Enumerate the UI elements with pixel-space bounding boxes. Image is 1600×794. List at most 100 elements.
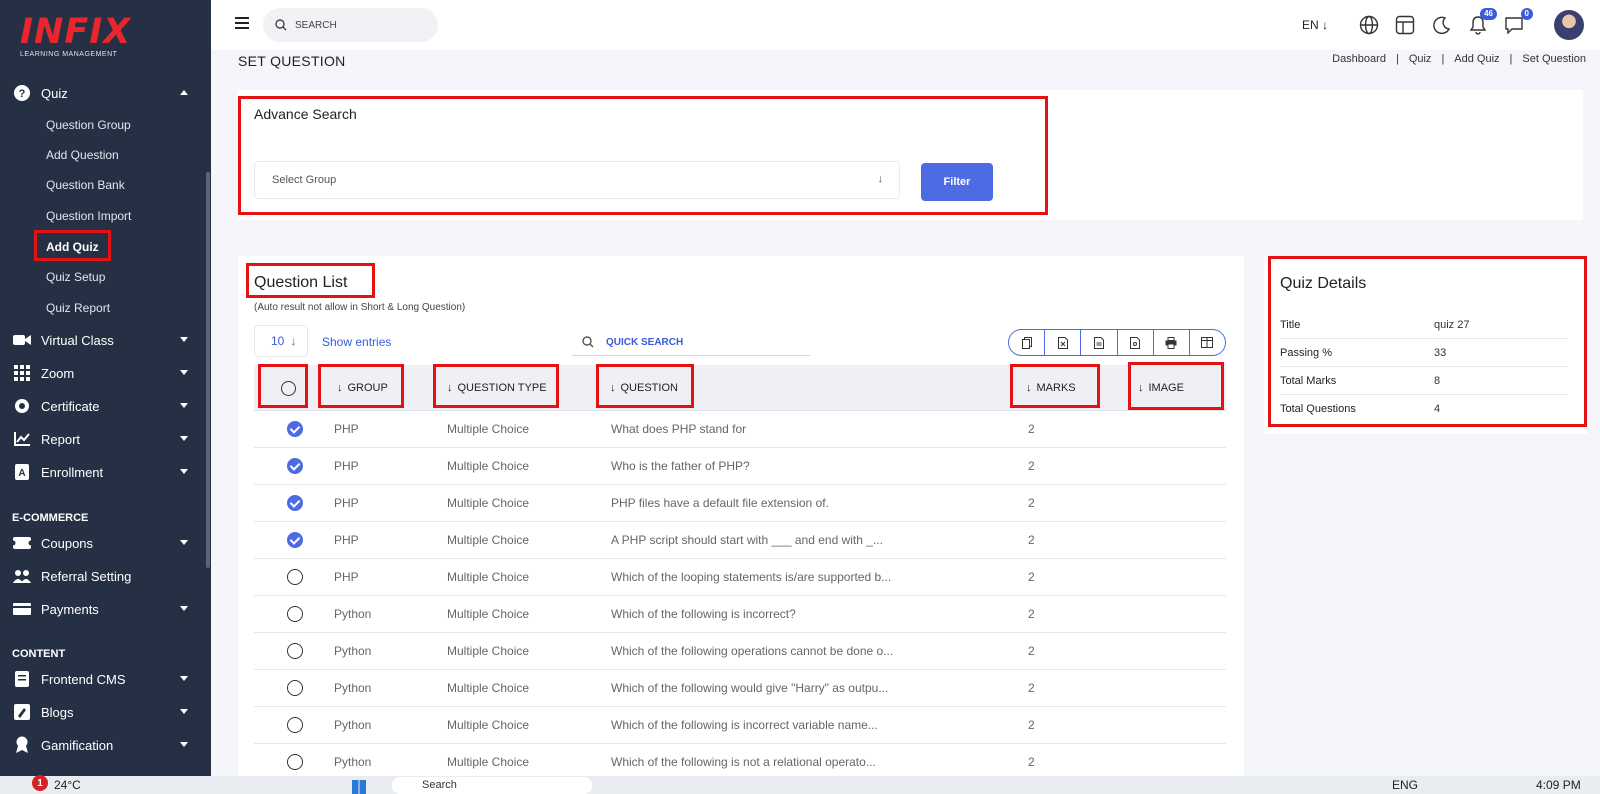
- sidebar-item-zoom[interactable]: Zoom: [0, 359, 206, 387]
- taskbar-search[interactable]: Search: [392, 777, 592, 794]
- cell-marks: 2: [1028, 496, 1035, 510]
- certificate-icon: [12, 397, 32, 415]
- cell-question-type: Multiple Choice: [447, 422, 530, 436]
- row-checkbox[interactable]: [287, 643, 303, 659]
- entries-select[interactable]: 10 ↓: [254, 325, 308, 357]
- cell-question: A PHP script should start with ___ and e…: [611, 533, 883, 547]
- row-checkbox-checked[interactable]: [287, 532, 303, 548]
- row-checkbox[interactable]: [287, 569, 303, 585]
- sidebar-item-coupons[interactable]: Coupons: [0, 529, 206, 557]
- column-visibility-button[interactable]: [1190, 330, 1225, 355]
- search-icon: [275, 19, 287, 31]
- sidebar-sub-quiz-setup[interactable]: Quiz Setup: [46, 270, 105, 284]
- question-list-note: (Auto result not allow in Short & Long Q…: [254, 302, 466, 313]
- sidebar-sub-add-question[interactable]: Add Question: [46, 148, 119, 162]
- logo[interactable]: INFIX LEARNING MANAGEMENT: [20, 12, 132, 59]
- globe-icon[interactable]: [1358, 14, 1380, 36]
- print-button[interactable]: [1154, 330, 1190, 355]
- sidebar-item-gamification[interactable]: Gamification: [0, 731, 206, 759]
- cell-question-type: Multiple Choice: [447, 459, 530, 473]
- breadcrumb-add-quiz[interactable]: Add Quiz: [1454, 53, 1499, 65]
- row-checkbox-checked[interactable]: [287, 495, 303, 511]
- arrow-down-icon: ↓: [290, 334, 297, 348]
- avatar[interactable]: [1554, 10, 1584, 40]
- windows-start-icon[interactable]: [352, 780, 366, 794]
- menu-toggle-icon[interactable]: [235, 17, 249, 29]
- breadcrumb-dashboard[interactable]: Dashboard: [1332, 53, 1386, 65]
- cell-marks: 2: [1028, 607, 1035, 621]
- os-taskbar: 1 24°C Search ENG 4:09 PM: [0, 775, 1600, 794]
- sidebar-item-payments[interactable]: Payments: [0, 595, 206, 623]
- sidebar-sub-question-import[interactable]: Question Import: [46, 209, 131, 223]
- question-circle-icon: ?: [12, 84, 32, 102]
- sidebar-item-frontend-cms[interactable]: Frontend CMS: [0, 665, 206, 693]
- sidebar-item-label: Coupons: [41, 535, 94, 551]
- cell-group: PHP: [334, 496, 359, 510]
- columns-icon: [1201, 337, 1214, 348]
- cell-marks: 2: [1028, 533, 1035, 547]
- weather-widget[interactable]: 24°C: [54, 778, 81, 792]
- cell-question-type: Multiple Choice: [447, 755, 530, 769]
- table-row: Python Multiple Choice Which of the follow…: [254, 670, 1226, 707]
- sidebar-item-certificate[interactable]: Certificate: [0, 392, 206, 420]
- quick-search-input[interactable]: QUICK SEARCH: [572, 329, 810, 356]
- cell-group: Python: [334, 607, 372, 621]
- chevron-down-icon: [180, 676, 188, 681]
- row-checkbox[interactable]: [287, 754, 303, 770]
- breadcrumb: Dashboard | Quiz | Add Quiz | Set Question: [1332, 53, 1586, 65]
- layout-icon[interactable]: [1394, 14, 1416, 36]
- cms-icon: [12, 670, 32, 688]
- annotation-box: [596, 364, 694, 408]
- input-language[interactable]: ENG: [1392, 778, 1418, 792]
- cell-group: Python: [334, 755, 372, 769]
- excel-file-icon: [1057, 336, 1068, 349]
- print-icon: [1165, 336, 1177, 349]
- sidebar-item-virtual-class[interactable]: Virtual Class: [0, 326, 206, 354]
- cell-marks: 2: [1028, 422, 1035, 436]
- sidebar-item-blogs[interactable]: Blogs: [0, 698, 206, 726]
- sidebar-sub-quiz-report[interactable]: Quiz Report: [46, 301, 110, 315]
- sidebar-sub-question-bank[interactable]: Question Bank: [46, 178, 125, 192]
- table-row: PHP Multiple Choice Who is the father of P…: [254, 448, 1226, 485]
- grid-icon: [12, 364, 32, 382]
- row-checkbox-checked[interactable]: [287, 421, 303, 437]
- copy-button[interactable]: [1009, 330, 1046, 355]
- cell-question-type: Multiple Choice: [447, 644, 530, 658]
- message-icon[interactable]: 0: [1503, 8, 1533, 36]
- topbar: SEARCH EN ↓ 46 0: [211, 0, 1600, 50]
- sidebar-item-referral-setting[interactable]: Referral Setting: [0, 562, 206, 590]
- row-checkbox[interactable]: [287, 606, 303, 622]
- notification-bell-icon[interactable]: 46: [1467, 8, 1497, 36]
- blog-icon: [12, 703, 32, 721]
- sidebar-item-label: Quiz: [41, 85, 68, 101]
- annotation-box: [238, 96, 1048, 215]
- breadcrumb-separator: |: [1395, 53, 1399, 65]
- sidebar-sub-question-group[interactable]: Question Group: [46, 118, 131, 132]
- logo-text: INFIX: [20, 12, 132, 52]
- sidebar-item-enrollment[interactable]: A Enrollment: [0, 458, 206, 486]
- cell-question-type: Multiple Choice: [447, 570, 530, 584]
- export-excel-button[interactable]: [1045, 330, 1082, 355]
- moon-icon[interactable]: [1431, 14, 1453, 36]
- sidebar-item-label: Zoom: [41, 365, 75, 381]
- row-checkbox[interactable]: [287, 680, 303, 696]
- export-csv-button[interactable]: [1081, 330, 1118, 355]
- export-pdf-button[interactable]: [1118, 330, 1154, 355]
- chevron-down-icon: [180, 469, 188, 474]
- language-selector[interactable]: EN ↓: [1302, 18, 1328, 32]
- sidebar-scrollbar[interactable]: [206, 172, 210, 568]
- cell-question-type: Multiple Choice: [447, 718, 530, 732]
- payment-icon: [12, 600, 32, 618]
- annotation-box: [1128, 362, 1224, 410]
- csv-file-icon: [1093, 336, 1104, 349]
- sidebar-item-report[interactable]: Report: [0, 425, 206, 453]
- entries-label: Show entries: [322, 335, 392, 349]
- sidebar-item-quiz[interactable]: ? Quiz: [0, 79, 206, 107]
- weather-alert-badge: 1: [32, 775, 48, 791]
- search-input[interactable]: SEARCH: [263, 8, 438, 42]
- breadcrumb-quiz[interactable]: Quiz: [1409, 53, 1432, 65]
- clock[interactable]: 4:09 PM: [1536, 778, 1581, 792]
- row-checkbox[interactable]: [287, 717, 303, 733]
- row-checkbox-checked[interactable]: [287, 458, 303, 474]
- copy-icon: [1021, 336, 1032, 349]
